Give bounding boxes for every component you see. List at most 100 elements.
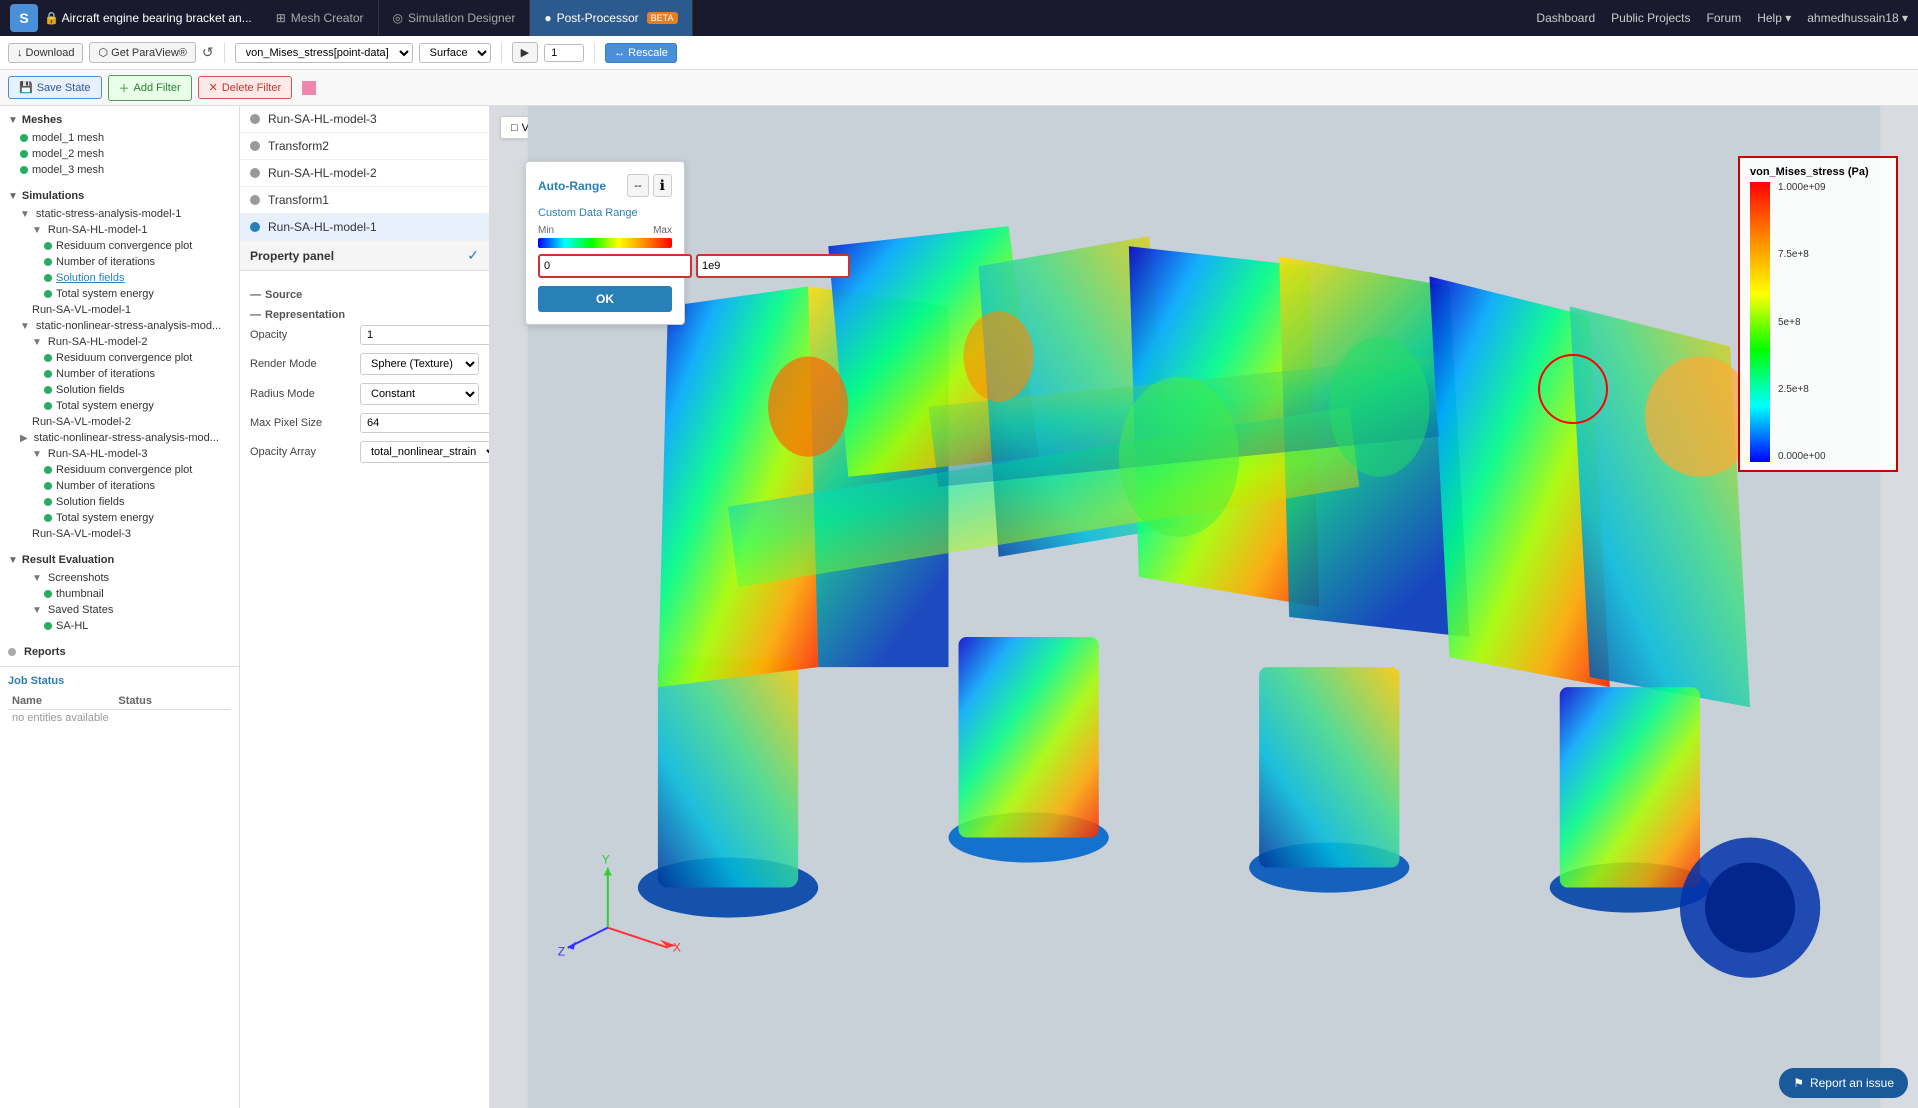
sidebar-item-run-sa-vl-1[interactable]: Run-SA-VL-model-1 [0,302,239,318]
autorange-buttons: -- ℹ [627,174,672,197]
tab-simulation-designer[interactable]: ◎ Simulation Designer [379,0,531,36]
surface-dropdown[interactable]: Surface [419,43,491,63]
save-state-button[interactable]: 💾 Save State [8,76,102,99]
sidebar-item-saved-states[interactable]: ▼ Saved States [0,602,239,618]
sidebar-item-iterations-2[interactable]: Number of iterations [0,366,239,382]
tab-post-processor[interactable]: ● Post-Processor BETA [530,0,692,36]
autorange-dash-button[interactable]: -- [627,174,648,197]
autorange-info-button[interactable]: ℹ [653,174,672,197]
sidebar-item-solution-fields-3[interactable]: Solution fields [0,494,239,510]
sidebar-item-model1-mesh[interactable]: model_1 mesh [0,130,239,146]
legend-title: von_Mises_stress (Pa) [1750,166,1886,178]
opacity-array-row: Opacity Array total_nonlinear_strain [250,441,479,463]
sidebar-item-run-sa-hl-3[interactable]: ▼ Run-SA-HL-model-3 [0,446,239,462]
dot-model1 [20,134,28,142]
toolbar2: 💾 Save State ＋ Add Filter ✕ Delete Filte… [0,70,1918,106]
sidebar-item-model3-mesh[interactable]: model_3 mesh [0,162,239,178]
rescale-button[interactable]: ↔ Rescale [605,43,677,63]
sidebar-item-run-sa-vl-3[interactable]: Run-SA-VL-model-3 [0,526,239,542]
sidebar-item-screenshots[interactable]: ▼ Screenshots [0,570,239,586]
sidebar-item-iterations-1[interactable]: Number of iterations [0,254,239,270]
legend-labels: 1.000e+09 7.5e+8 5e+8 2.5e+8 0.000e+00 [1778,182,1826,462]
job-name-col: Name [8,693,114,710]
sidebar-item-static-nonlinear-2[interactable]: ▶ static-nonlinear-stress-analysis-mod..… [0,430,239,446]
sidebar-item-residuum-3[interactable]: Residuum convergence plot [0,462,239,478]
play-button[interactable]: ▶ [512,42,538,63]
sidebar-item-solution-fields-2[interactable]: Solution fields [0,382,239,398]
tab-mesh-creator[interactable]: ⊞ Mesh Creator [262,0,379,36]
meshes-arrow: ▼ [8,115,18,126]
viewport: □ Viewport Tools ⚙ Configuration Auto-Ra… [490,106,1918,1108]
sidebar-item-iterations-3[interactable]: Number of iterations [0,478,239,494]
job-status-section: Job Status Name Status no entities avail… [0,666,239,734]
sidebar-item-residuum-2[interactable]: Residuum convergence plot [0,350,239,366]
report-issue-button[interactable]: ⚑ Report an issue [1779,1068,1908,1098]
app-title: 🔒 Aircraft engine bearing bracket an... [44,11,252,25]
sidebar-item-solution-fields-1[interactable]: Solution fields [0,270,239,286]
color-legend: von_Mises_stress (Pa) 1.000e+09 7.5e+8 5… [1738,156,1898,472]
range-minmax: Min Max [538,225,672,236]
sidebar-item-total-energy-2[interactable]: Total system energy [0,398,239,414]
toolbar1: ↓ Download ⬡ Get ParaView® ↺ von_Mises_s… [0,36,1918,70]
app-logo: S [10,4,38,32]
legend-gradient [1750,182,1770,462]
sidebar-item-total-energy-1[interactable]: Total system energy [0,286,239,302]
pipeline-item-transform1[interactable]: Transform1 [240,187,489,214]
reports-label: Reports [0,642,239,662]
sidebar-item-thumbnail[interactable]: thumbnail [0,586,239,602]
opacity-input[interactable] [360,325,490,345]
radius-mode-label: Radius Mode [250,388,360,400]
autorange-header-row: Auto-Range -- ℹ [538,174,672,197]
public-projects-link[interactable]: Public Projects [1611,11,1690,25]
beta-badge: BETA [647,12,678,24]
max-pixel-input[interactable] [360,413,490,433]
sim-icon: ◎ [393,11,403,25]
pipeline-item-run-sa-hl-2[interactable]: Run-SA-HL-model-2 [240,160,489,187]
sidebar-item-residuum-1[interactable]: Residuum convergence plot [0,238,239,254]
download-button[interactable]: ↓ Download [8,43,83,63]
radius-mode-row: Radius Mode Constant [250,383,479,405]
representation-section-title: — Representation [250,309,479,321]
sidebar-item-total-energy-3[interactable]: Total system energy [0,510,239,526]
ok-button[interactable]: OK [538,286,672,312]
opacity-row: Opacity [250,325,479,345]
pin-icon[interactable] [302,81,316,95]
add-filter-button[interactable]: ＋ Add Filter [108,75,192,101]
property-panel-body: — Source — Representation Opacity Render… [240,271,489,481]
property-panel-check[interactable]: ✓ [467,247,479,264]
frame-input[interactable] [544,44,584,62]
sidebar-item-sa-hl[interactable]: SA-HL [0,618,239,634]
grid-icon: ⊞ [276,11,286,25]
min-range-input[interactable] [538,254,692,278]
filter-dropdown[interactable]: von_Mises_stress[point-data] [235,43,413,63]
pipeline-item-run-sa-hl-1[interactable]: Run-SA-HL-model-1 [240,214,489,241]
render-mode-select[interactable]: Sphere (Texture) [360,353,479,375]
svg-text:Z: Z [558,945,565,959]
sidebar-item-run-sa-hl-2[interactable]: ▼ Run-SA-HL-model-2 [0,334,239,350]
report-icon: ⚑ [1793,1076,1804,1090]
sidebar-item-model2-mesh[interactable]: model_2 mesh [0,146,239,162]
forum-link[interactable]: Forum [1707,11,1742,25]
sidebar-item-static-stress-1[interactable]: ▼ static-stress-analysis-model-1 [0,206,239,222]
opacity-array-select[interactable]: total_nonlinear_strain [360,441,490,463]
radius-mode-select[interactable]: Constant [360,383,479,405]
pipeline-item-transform2[interactable]: Transform2 [240,133,489,160]
sidebar-item-run-sa-hl-1[interactable]: ▼ Run-SA-HL-model-1 [0,222,239,238]
svg-text:X: X [673,941,681,955]
top-nav: S 🔒 Aircraft engine bearing bracket an..… [0,0,1918,36]
dashboard-link[interactable]: Dashboard [1536,11,1595,25]
sidebar-item-run-sa-vl-2[interactable]: Run-SA-VL-model-2 [0,414,239,430]
sim-arrow: ▼ [8,191,18,202]
meshes-section: ▼ Meshes model_1 mesh model_2 mesh model… [0,106,239,182]
refresh-button[interactable]: ↺ [202,44,214,61]
user-menu[interactable]: ahmedhussain18 ▾ [1807,11,1908,25]
max-range-input[interactable] [696,254,850,278]
get-paraview-button[interactable]: ⬡ Get ParaView® [89,42,195,63]
sidebar-item-static-nonlinear-1[interactable]: ▼ static-nonlinear-stress-analysis-mod..… [0,318,239,334]
help-menu[interactable]: Help ▾ [1757,11,1791,25]
delete-filter-button[interactable]: ✕ Delete Filter [198,76,293,99]
pipeline-item-run-sa-hl-3[interactable]: Run-SA-HL-model-3 [240,106,489,133]
filter-pipeline-panel: Run-SA-HL-model-3 Transform2 Run-SA-HL-m… [240,106,490,1108]
result-evaluation-section: ▼ Result Evaluation ▼ Screenshots thumbn… [0,546,239,638]
meshes-label: ▼ Meshes [0,110,239,130]
